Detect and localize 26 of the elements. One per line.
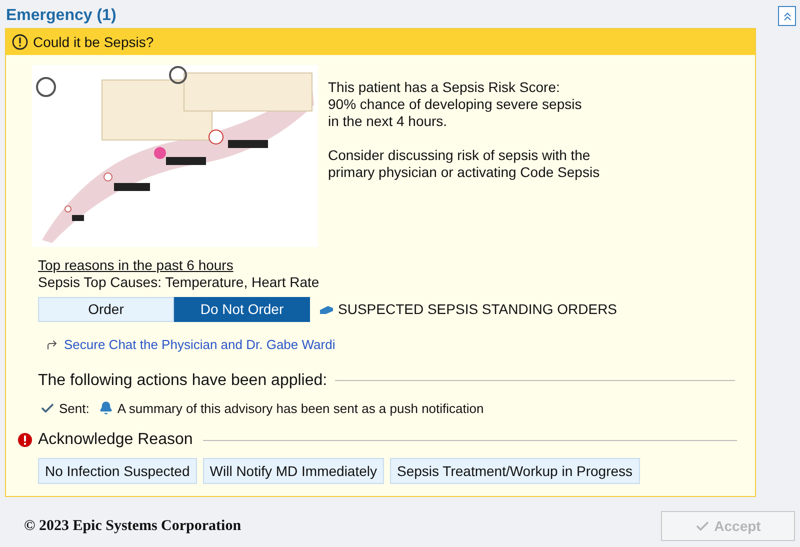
exclamation-circle-icon <box>12 34 28 50</box>
order-option-button[interactable]: Order <box>38 297 174 322</box>
acknowledge-reason-button[interactable]: No Infection Suspected <box>38 458 197 484</box>
order-set-icon <box>318 304 334 316</box>
risk-score-text: 90% chance of developing severe sepsis <box>328 96 583 113</box>
recommendation-text: Consider discussing risk of sepsis with the <box>328 147 592 164</box>
order-option-button[interactable]: Do Not Order <box>174 297 310 322</box>
section-title: Emergency (1) <box>6 6 116 26</box>
advisory-title: Could it be Sepsis? <box>33 32 154 52</box>
bell-icon <box>99 401 114 416</box>
order-set-label: SUSPECTED SEPSIS STANDING ORDERS <box>338 300 618 319</box>
reasons-heading: Top reasons in the past 6 hours <box>38 257 234 274</box>
secure-chat-link[interactable]: Secure Chat the Physician and Dr. Gabe Wardi <box>64 335 336 354</box>
collapse-button[interactable] <box>778 6 796 26</box>
copyright-text: © 2023 Epic Systems Corporation <box>24 516 242 536</box>
top-causes-text: Sepsis Top Causes: Temperature, Heart Rate <box>38 274 320 291</box>
arrow-icon <box>46 338 58 351</box>
acknowledge-heading: Acknowledge Reason <box>38 430 193 450</box>
acknowledge-reason-button[interactable]: Will Notify MD Immediately <box>202 458 384 484</box>
risk-score-text: in the next 4 hours. <box>328 113 448 130</box>
action-text: A summary of this advisory has been sent as a push notification <box>117 400 484 418</box>
actions-heading: The following actions have been applied: <box>38 370 328 390</box>
acknowledge-reason-button[interactable]: Sepsis Treatment/Workup in Progress <box>390 458 640 484</box>
recommendation-text: primary physician or activating Code Sepsis <box>328 164 600 181</box>
risk-score-text: This patient has a Sepsis Risk Score: <box>328 79 561 96</box>
action-label: Sent: <box>59 400 90 418</box>
